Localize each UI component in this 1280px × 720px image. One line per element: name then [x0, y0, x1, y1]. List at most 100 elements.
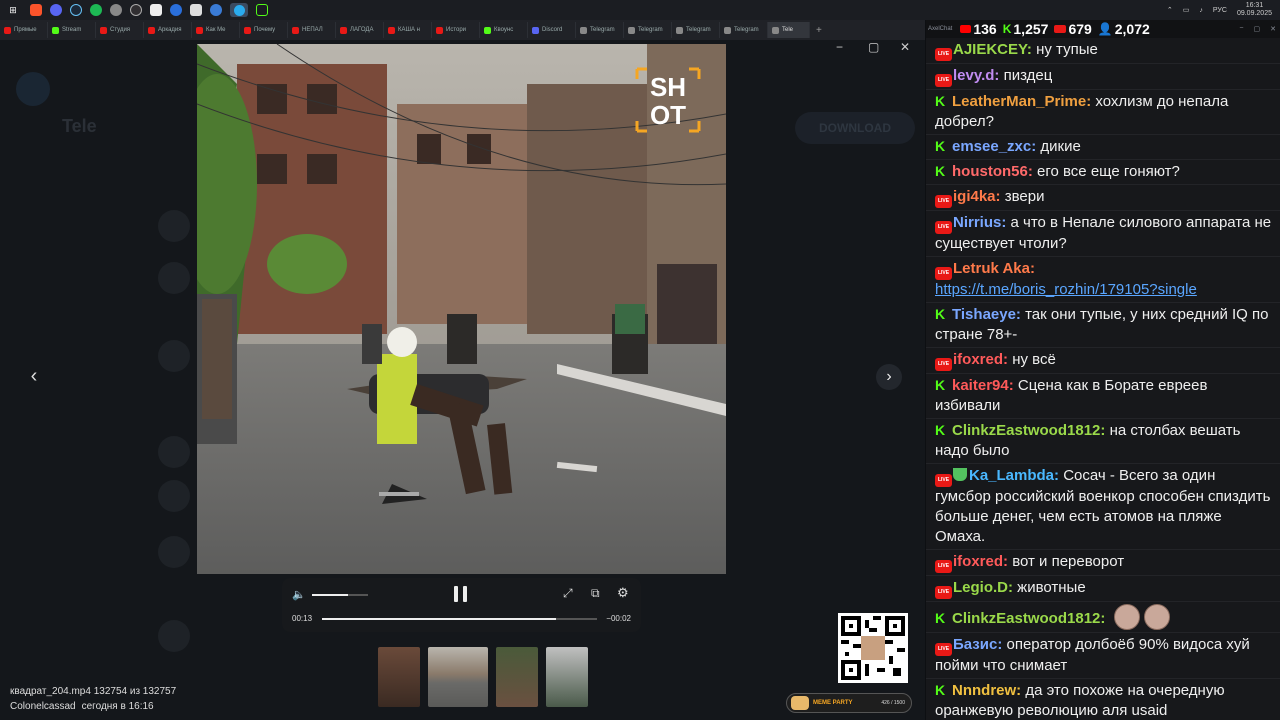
picture-in-picture-icon[interactable]: ⧉: [591, 586, 600, 601]
tab-favicon-icon: [340, 26, 347, 34]
thumbnail[interactable]: [378, 647, 420, 707]
chat-username[interactable]: kaiter94:: [952, 377, 1014, 394]
chat-username[interactable]: ClinkzEastwood1812:: [952, 610, 1105, 627]
browser-tab[interactable]: Telegram: [576, 22, 624, 38]
chat-username[interactable]: Nirrius:: [953, 214, 1006, 231]
kick-badge-icon: K: [935, 610, 946, 626]
kick-badge-icon: K: [935, 138, 946, 154]
chevron-up-icon[interactable]: ⌃: [1167, 6, 1173, 14]
chat-username[interactable]: houston56:: [952, 163, 1033, 180]
chat-username[interactable]: ifoxred:: [953, 553, 1008, 570]
fullscreen-icon[interactable]: ⤢: [563, 586, 573, 601]
spotify-icon[interactable]: [90, 4, 102, 16]
tab-label: Telegram: [638, 27, 663, 33]
minimize-icon[interactable]: −: [1239, 25, 1243, 33]
tab-favicon-icon: [244, 26, 251, 34]
network-icon[interactable]: ▭: [1183, 6, 1190, 14]
epic-games-icon[interactable]: [150, 4, 162, 16]
chat-username[interactable]: Базис:: [953, 636, 1002, 653]
chat-username[interactable]: Letruk Aka:: [953, 260, 1035, 277]
chat-username[interactable]: igi4ka:: [953, 188, 1001, 205]
author-name[interactable]: Colonelcassad: [10, 701, 76, 712]
close-icon[interactable]: ✕: [1270, 25, 1276, 33]
watermark-line-2: OT: [650, 100, 686, 130]
chat-username[interactable]: Legio.D:: [953, 579, 1013, 596]
video-frame[interactable]: SH OT: [197, 44, 726, 574]
app-icon[interactable]: [170, 4, 182, 16]
tab-label: Аркадия: [158, 27, 182, 33]
chat-username[interactable]: levy.d:: [953, 67, 999, 84]
volume-icon[interactable]: ♪: [1199, 7, 1203, 14]
clock[interactable]: 16:31 09.09.2025: [1237, 2, 1272, 18]
chat-message: LIVE igi4ka: звери: [926, 185, 1280, 211]
language-indicator[interactable]: РУС: [1213, 7, 1227, 14]
volume-slider[interactable]: [312, 594, 368, 596]
youtube-viewers: 136: [960, 21, 997, 37]
discord-icon[interactable]: [50, 4, 62, 16]
chat-username[interactable]: ClinkzEastwood1812:: [952, 422, 1105, 439]
browser-tab[interactable]: Студия: [96, 22, 144, 38]
browser-tab[interactable]: Telegram: [624, 22, 672, 38]
browser-tab[interactable]: Почему: [240, 22, 288, 38]
close-icon[interactable]: ✕: [900, 40, 910, 54]
browser-tab[interactable]: Прямые: [0, 22, 48, 38]
chat-message: Kemsee_zxc: дикие: [926, 135, 1280, 160]
browser-tab[interactable]: Как Me: [192, 22, 240, 38]
chat-link[interactable]: https://t.me/boris_rozhin/179105?single: [935, 281, 1197, 298]
kick-badge-icon: K: [935, 93, 946, 109]
obs-icon[interactable]: [130, 4, 142, 16]
tab-favicon-icon: [292, 26, 299, 34]
brave-browser-icon[interactable]: [30, 4, 42, 16]
browser-tab[interactable]: Telegram: [720, 22, 768, 38]
settings-icon[interactable]: ⚙: [617, 585, 629, 601]
tab-favicon-icon: [148, 26, 155, 34]
minimize-icon[interactable]: −: [836, 40, 843, 54]
maximize-icon[interactable]: ▢: [1254, 25, 1261, 33]
windows-start-icon[interactable]: ⊞: [4, 3, 22, 17]
watermark-line-1: SH: [650, 72, 686, 102]
app-icon[interactable]: [210, 4, 222, 16]
chat-username[interactable]: ifoxred:: [953, 351, 1008, 368]
chat-username[interactable]: AJIEKCEY:: [953, 41, 1032, 58]
browser-tab[interactable]: Истори: [432, 22, 480, 38]
app-icon[interactable]: [256, 4, 268, 16]
seek-bar[interactable]: [322, 618, 597, 620]
live-badge-icon: LIVE: [935, 48, 952, 61]
browser-tab[interactable]: ЛАГОДА: [336, 22, 384, 38]
tab-favicon-icon: [100, 26, 107, 34]
pause-button[interactable]: [454, 586, 468, 602]
chat-username[interactable]: LeatherMan_Prime:: [952, 93, 1091, 110]
browser-tab[interactable]: Discord: [528, 22, 576, 38]
new-tab-icon[interactable]: +: [816, 25, 822, 36]
chat-username[interactable]: Nnndrew:: [952, 682, 1021, 699]
kick-badge-icon: K: [935, 377, 946, 393]
qr-code-image: [841, 616, 905, 680]
live-badge-icon: LIVE: [935, 560, 952, 573]
browser-tab[interactable]: НЕПАЛ: [288, 22, 336, 38]
browser-tab[interactable]: КАША н: [384, 22, 432, 38]
browser-tab[interactable]: Аркадия: [144, 22, 192, 38]
chat-username[interactable]: Ka_Lambda:: [969, 467, 1059, 484]
clock-time: 16:31: [1245, 2, 1264, 9]
browser-tab[interactable]: Telegram: [672, 22, 720, 38]
chat-username[interactable]: emsee_zxc:: [952, 138, 1036, 155]
video-still: SH OT: [197, 44, 726, 574]
browser-tab[interactable]: Квоунс: [480, 22, 528, 38]
tab-label: НЕПАЛ: [302, 27, 323, 33]
download-button[interactable]: DOWNLOAD: [795, 112, 915, 144]
previous-media-button[interactable]: ‹: [22, 364, 46, 388]
thumbnail[interactable]: [546, 647, 588, 707]
steam-icon[interactable]: [70, 4, 82, 16]
thumbnail[interactable]: [496, 647, 538, 707]
thumbnail-current[interactable]: [428, 647, 488, 707]
telegram-icon[interactable]: [230, 3, 248, 17]
chat-message: LIVE ifoxred: вот и переворот: [926, 550, 1280, 576]
chat-username[interactable]: Tishaeye:: [952, 306, 1021, 323]
next-media-button[interactable]: ›: [876, 364, 902, 390]
browser-tab[interactable]: Stream: [48, 22, 96, 38]
browser-tab[interactable]: Tele: [768, 22, 810, 38]
maximize-icon[interactable]: ▢: [868, 40, 879, 54]
volume-icon[interactable]: 🔈: [292, 588, 306, 601]
app-icon[interactable]: [190, 4, 202, 16]
chrome-icon[interactable]: [110, 4, 122, 16]
